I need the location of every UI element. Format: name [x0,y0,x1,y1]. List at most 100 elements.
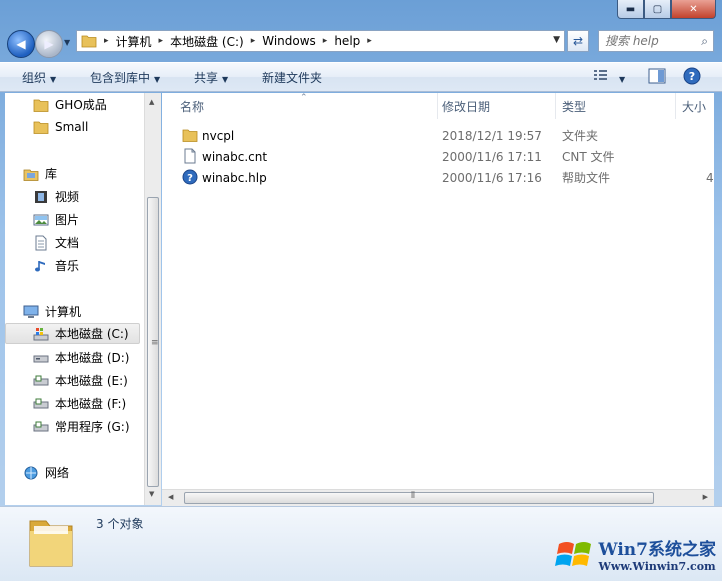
file-type: 帮助文件 [562,171,611,185]
scrollbar-thumb[interactable]: ≡ [147,197,159,487]
refresh-icon: ⇄ [572,34,584,48]
recent-pages-dropdown[interactable]: ▼ [64,38,70,47]
scroll-down-icon[interactable]: ▼ [149,490,154,498]
column-header-name[interactable]: 名称 [174,93,438,119]
nav-item-drive-d[interactable]: 本地磁盘 (D:) [33,349,129,366]
window-controls: ▬ ▢ ✕ [617,0,716,19]
nav-item-drive-c[interactable]: 本地磁盘 (C:) [5,323,140,344]
nav-item-videos[interactable]: 视频 [33,188,79,205]
breadcrumb: ▸ 计算机 ▸ 本地磁盘 (C:) ▸ Windows ▸ help ▸ [97,33,379,50]
system-drive-icon [33,327,49,340]
nav-item-label: 本地磁盘 (F:) [55,397,127,411]
nav-item-libraries[interactable]: 库 [23,165,57,182]
file-type: CNT 文件 [562,150,615,164]
folder-icon [33,99,49,112]
file-modified: 2000/11/6 17:11 [442,149,542,164]
maximize-button[interactable]: ▢ [644,0,671,19]
file-modified: 2000/11/6 17:16 [442,170,542,185]
breadcrumb-separator[interactable]: ▸ [159,36,164,46]
breadcrumb-windows[interactable]: Windows [262,34,316,48]
file-row[interactable]: winabc.cnt 2000/11/6 17:11 CNT 文件 [162,146,714,167]
breadcrumb-separator[interactable]: ▸ [104,36,109,46]
watermark-url: Www.Winwin7.com [598,560,716,573]
column-header-type[interactable]: 类型 [556,93,676,119]
svg-text:?: ? [187,173,193,184]
scroll-up-icon[interactable]: ▲ [149,98,154,106]
breadcrumb-help[interactable]: help [334,34,360,48]
file-name: winabc.hlp [202,170,267,185]
organize-button[interactable]: 组织 ▼ [22,69,56,86]
preview-pane-button[interactable] [648,68,666,87]
new-folder-button[interactable]: 新建文件夹 [262,69,322,86]
file-list-scrollbar[interactable]: ◀ ⦀ ▶ [162,489,714,506]
file-list: ⌃ 名称 修改日期 类型 大小 nvcpl 2018/12/1 19:57 文件… [162,93,714,505]
forward-button[interactable]: ▶ [35,30,63,58]
breadcrumb-separator[interactable]: ▸ [367,36,372,46]
include-in-library-label: 包含到库中 [90,71,151,85]
nav-item-label: 图片 [55,213,80,227]
refresh-button[interactable]: ⇄ [567,30,589,52]
nav-item-label: 文档 [55,236,80,250]
navigation-scrollbar[interactable]: ▲ ≡ ▼ [144,93,161,505]
breadcrumb-drive-c[interactable]: 本地磁盘 (C:) [170,33,244,50]
help-button[interactable]: ? [683,67,701,88]
nav-item-drive-f[interactable]: 本地磁盘 (F:) [33,395,126,412]
nav-item-label: 本地磁盘 (D:) [55,351,130,365]
nav-item-drive-e[interactable]: 本地磁盘 (E:) [33,372,128,389]
nav-item-label: 本地磁盘 (E:) [55,374,128,388]
nav-item-gho[interactable]: GHO成品 [33,96,107,113]
address-dropdown-icon[interactable]: ▼ [553,35,560,45]
scrollbar-thumb[interactable]: ⦀ [184,491,654,504]
breadcrumb-separator[interactable]: ▸ [323,36,328,46]
forward-arrow-icon: ▶ [44,37,54,51]
nav-item-network[interactable]: 网络 [23,464,69,481]
nav-item-computer[interactable]: 计算机 [23,303,81,320]
drive-icon [33,375,49,385]
search-icon[interactable]: ⌕ [701,34,708,49]
close-button[interactable]: ✕ [671,0,716,19]
scroll-left-icon[interactable]: ◀ [168,493,173,501]
nav-item-pictures[interactable]: 图片 [33,211,79,228]
search-box[interactable]: ⌕ [598,30,714,52]
minimize-button[interactable]: ▬ [617,0,644,19]
include-in-library-button[interactable]: 包含到库中 ▼ [90,69,160,86]
share-button[interactable]: 共享 ▼ [194,69,228,86]
grip-icon: ≡ [151,338,159,348]
nav-item-label: GHO成品 [55,98,107,112]
nav-item-label: 音乐 [55,259,80,273]
chevron-down-icon: ▼ [154,75,161,84]
file-name: winabc.cnt [202,149,268,164]
nav-item-label: 视频 [55,190,80,204]
folder-icon [81,35,97,48]
details-pane: 3 个对象 Win7系统之家 Www.Winwin7.com [0,506,722,581]
music-library-icon [35,260,45,271]
file-size: 4 [706,170,714,185]
nav-item-label: 计算机 [45,305,82,319]
column-header-size[interactable]: 大小 [676,93,714,119]
library-icon [23,169,39,181]
back-button[interactable]: ◀ [7,30,35,58]
file-row[interactable]: ? winabc.hlp 2000/11/6 17:16 帮助文件 4 [162,167,714,188]
file-row[interactable]: nvcpl 2018/12/1 19:57 文件夹 [162,125,714,146]
navigation-pane: GHO成品 Small 库 视频 图片 文档 音乐 计算机 本地磁盘 (C:) … [5,93,144,505]
nav-item-drive-g[interactable]: 常用程序 (G:) [33,418,130,435]
nav-item-small[interactable]: Small [33,119,88,135]
nav-item-music[interactable]: 音乐 [33,257,79,274]
scroll-right-icon[interactable]: ▶ [703,493,708,501]
column-header-modified[interactable]: 修改日期 [436,93,556,119]
breadcrumb-separator[interactable]: ▸ [251,36,256,46]
address-bar[interactable]: ▸ 计算机 ▸ 本地磁盘 (C:) ▸ Windows ▸ help ▸ ▼ [76,30,565,52]
file-modified: 2018/12/1 19:57 [442,128,542,143]
nav-item-label: 本地磁盘 (C:) [55,327,129,341]
view-options-button[interactable]: ▼ [593,68,625,85]
documents-library-icon [35,235,47,250]
search-input[interactable] [605,34,691,48]
watermark-brand: Win7系统之家 [598,540,716,560]
chevron-down-icon: ▼ [50,75,57,84]
item-count: 3 个对象 [96,517,144,531]
drive-icon [33,398,49,408]
svg-text:?: ? [689,70,695,83]
breadcrumb-computer[interactable]: 计算机 [116,33,152,50]
drive-icon [33,421,49,431]
nav-item-documents[interactable]: 文档 [33,234,79,251]
